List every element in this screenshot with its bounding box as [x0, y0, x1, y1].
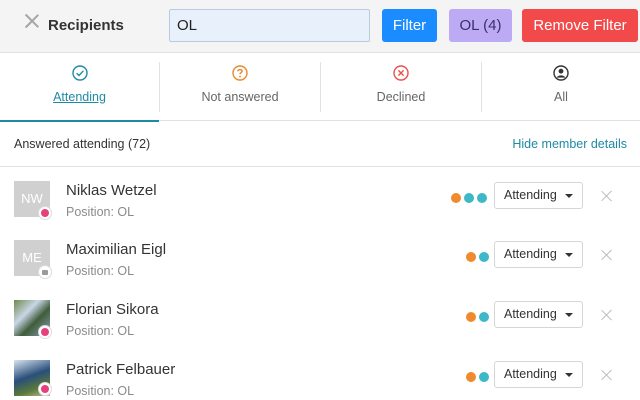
member-name[interactable]: Maximilian Eigl [66, 241, 166, 258]
status-dropdown-value: Attending [504, 188, 557, 202]
tab-all-label: All [554, 90, 568, 104]
status-dot [479, 252, 489, 262]
caret-down-icon [565, 313, 573, 317]
status-dropdown[interactable]: Attending [494, 182, 583, 209]
status-dot [479, 312, 489, 322]
section-header: Answered attending (72) Hide member deta… [0, 122, 640, 167]
caret-down-icon [565, 373, 573, 377]
check-circle-icon [71, 65, 88, 81]
remove-icon[interactable] [600, 248, 614, 262]
list-item: Florian Sikora Position: OL Attending [0, 300, 640, 360]
attending-count: Answered attending (72) [14, 137, 151, 151]
app-icon [38, 206, 52, 220]
status-tabs: Attending Not answered Declined All [0, 53, 640, 122]
filter-button[interactable]: Filter [382, 9, 437, 42]
tab-not-answered[interactable]: Not answered [160, 53, 320, 121]
person-circle-icon [553, 65, 569, 81]
status-dropdown-value: Attending [504, 307, 557, 321]
member-name[interactable]: Niklas Wetzel [66, 182, 157, 199]
status-dot [477, 193, 487, 203]
member-position: Position: OL [66, 205, 135, 219]
status-dots [451, 193, 490, 203]
app-icon [38, 325, 52, 339]
status-dot [466, 252, 476, 262]
caret-down-icon [565, 253, 573, 257]
status-dropdown[interactable]: Attending [494, 241, 583, 268]
member-name[interactable]: Florian Sikora [66, 301, 159, 318]
tab-attending[interactable]: Attending [0, 53, 159, 122]
status-dropdown-value: Attending [504, 367, 557, 381]
status-dot [479, 372, 489, 382]
tab-attending-label: Attending [53, 90, 106, 104]
ol-filter-button[interactable]: OL (4) [449, 9, 512, 42]
list-item: Patrick Felbauer Position: OL Attending [0, 360, 640, 400]
status-dropdown[interactable]: Attending [494, 301, 583, 328]
remove-icon[interactable] [600, 308, 614, 322]
caret-down-icon [565, 194, 573, 198]
status-dot [464, 193, 474, 203]
search-input[interactable] [169, 9, 370, 42]
close-icon[interactable] [22, 11, 42, 31]
tab-declined[interactable]: Declined [321, 53, 481, 121]
status-dots [466, 312, 492, 322]
status-dot [451, 193, 461, 203]
tab-declined-label: Declined [376, 90, 426, 104]
status-dropdown[interactable]: Attending [494, 361, 583, 388]
status-dots [466, 372, 492, 382]
remove-icon[interactable] [600, 189, 614, 203]
list-item: NW Niklas Wetzel Position: OL Attending [0, 181, 640, 241]
question-circle-icon [232, 65, 248, 81]
member-position: Position: OL [66, 324, 135, 338]
remove-icon[interactable] [600, 368, 614, 382]
top-bar: Recipients Filter OL (4) Remove Filter [0, 0, 640, 53]
status-dot [466, 312, 476, 322]
remove-filter-button[interactable]: Remove Filter [522, 9, 638, 42]
hide-member-details-link[interactable]: Hide member details [512, 137, 627, 151]
app-icon [38, 382, 52, 396]
member-name[interactable]: Patrick Felbauer [66, 361, 175, 378]
tab-all[interactable]: All [482, 53, 640, 121]
member-position: Position: OL [66, 264, 135, 278]
status-dropdown-value: Attending [504, 247, 557, 261]
list-item: ME Maximilian Eigl Position: OL Attendin… [0, 240, 640, 300]
status-dot [466, 372, 476, 382]
member-position: Position: OL [66, 384, 135, 398]
x-circle-icon [393, 65, 409, 81]
status-dots [466, 252, 492, 262]
mail-icon [38, 265, 52, 279]
tab-not-answered-label: Not answered [201, 90, 279, 104]
page-title: Recipients [48, 17, 124, 34]
